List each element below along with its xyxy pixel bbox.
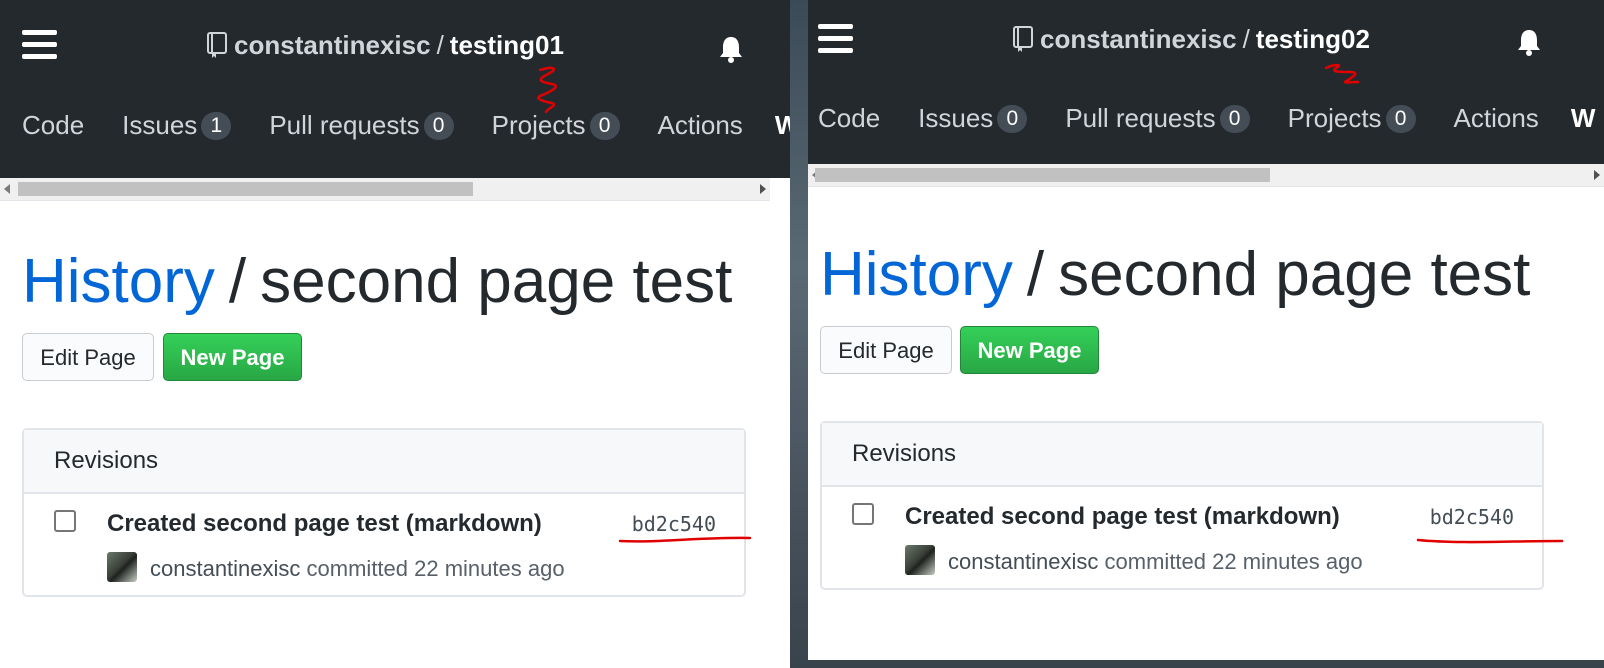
bell-icon[interactable] xyxy=(1514,27,1544,57)
tab-actions[interactable]: Actions xyxy=(658,110,743,141)
tab-label: Code xyxy=(22,110,85,140)
revision-sha-link[interactable]: bd2c540 xyxy=(632,512,716,536)
new-page-button[interactable]: New Page xyxy=(163,333,302,381)
arrow-right-icon[interactable] xyxy=(760,184,766,194)
tab-label: Actions xyxy=(1453,103,1539,133)
title-separator: / xyxy=(228,247,247,316)
new-page-button[interactable]: New Page xyxy=(960,326,1099,374)
tab-wiki-truncated[interactable]: W xyxy=(775,110,790,141)
revisions-heading: Revisions xyxy=(24,430,744,494)
tab-actions[interactable]: Actions xyxy=(1454,103,1539,134)
bell-icon[interactable] xyxy=(716,34,746,64)
scrollbar-thumb[interactable] xyxy=(18,182,473,196)
page-title: History / second page test xyxy=(820,239,1530,310)
revision-sha-link[interactable]: bd2c540 xyxy=(1430,505,1514,529)
history-link[interactable]: History xyxy=(22,247,215,316)
revisions-box: Revisions Created second page test (mark… xyxy=(820,421,1544,590)
tab-label: Issues xyxy=(122,110,198,140)
projects-count-badge: 0 xyxy=(589,112,620,140)
revision-message[interactable]: Created second page test (markdown) xyxy=(107,510,542,538)
repo-book-icon xyxy=(1013,26,1034,52)
arrow-left-icon[interactable] xyxy=(4,184,10,194)
scrollbar-thumb[interactable] xyxy=(815,168,1270,182)
tab-label: Projects xyxy=(1287,103,1382,133)
tab-projects[interactable]: Projects 0 xyxy=(1288,103,1416,134)
wiki-page-name: second page test xyxy=(260,247,733,316)
pull-requests-count-badge: 0 xyxy=(423,112,454,140)
revision-author-link[interactable]: constantinexisc xyxy=(150,556,300,581)
avatar[interactable] xyxy=(905,545,935,575)
page-title: History / second page test xyxy=(22,246,732,317)
repo-owner-link[interactable]: constantinexisc xyxy=(234,30,431,60)
repo-name-link[interactable]: testing02 xyxy=(1256,24,1370,54)
repo-title: constantinexisc / testing02 xyxy=(808,24,1574,55)
browser-pane-right: constantinexisc / testing02 Code Issues 0 Pul… xyxy=(808,0,1604,660)
issues-count-badge: 0 xyxy=(997,105,1028,133)
repo-book-icon xyxy=(207,32,228,58)
repo-nav-tabs: Code Issues 0 Pull requests 0 Projects 0 Action… xyxy=(808,103,1595,134)
revision-meta: constantinexisc committed 22 minutes ago xyxy=(150,556,565,582)
tab-pull-requests[interactable]: Pull requests 0 xyxy=(269,110,454,141)
horizontal-scrollbar[interactable] xyxy=(808,164,1604,187)
avatar[interactable] xyxy=(107,552,137,582)
tab-projects[interactable]: Projects 0 xyxy=(492,110,620,141)
repo-separator: / xyxy=(1242,24,1250,54)
title-separator: / xyxy=(1026,240,1045,309)
tab-code[interactable]: Code xyxy=(818,103,880,134)
tab-label: Code xyxy=(818,103,881,133)
repo-nav-tabs: Code Issues 1 Pull requests 0 Projects 0 Action… xyxy=(0,110,790,141)
tab-label: Issues xyxy=(918,103,994,133)
edit-page-button[interactable]: Edit Page xyxy=(22,333,154,381)
revision-message[interactable]: Created second page test (markdown) xyxy=(905,503,1340,531)
tab-wiki-truncated[interactable]: W xyxy=(1571,103,1596,134)
projects-count-badge: 0 xyxy=(1385,105,1416,133)
revision-checkbox[interactable] xyxy=(852,503,874,525)
revisions-box: Revisions Created second page test (mark… xyxy=(22,428,746,597)
tab-label: Actions xyxy=(657,110,743,140)
repo-title: constantinexisc / testing01 xyxy=(0,30,770,61)
browser-pane-left: constantinexisc / testing01 Code Issues 1 Pul… xyxy=(0,0,790,668)
repo-header: constantinexisc / testing01 Code Issues 1 Pul… xyxy=(0,0,790,178)
revision-meta: constantinexisc committed 22 minutes ago xyxy=(948,549,1363,575)
revision-checkbox[interactable] xyxy=(54,510,76,532)
tab-label: Pull requests xyxy=(269,110,420,140)
revisions-heading: Revisions xyxy=(822,423,1542,487)
repo-header: constantinexisc / testing02 Code Issues 0 Pul… xyxy=(808,0,1604,164)
horizontal-scrollbar[interactable] xyxy=(0,178,770,201)
history-link[interactable]: History xyxy=(820,240,1013,309)
issues-count-badge: 1 xyxy=(201,112,232,140)
wiki-page-name: second page test xyxy=(1058,240,1531,309)
edit-page-button[interactable]: Edit Page xyxy=(820,326,952,374)
tab-issues[interactable]: Issues 1 xyxy=(122,110,232,141)
tab-label: Projects xyxy=(491,110,586,140)
revision-time: committed 22 minutes ago xyxy=(1104,549,1363,574)
tab-code[interactable]: Code xyxy=(22,110,84,141)
revision-time: committed 22 minutes ago xyxy=(306,556,565,581)
repo-name-link[interactable]: testing01 xyxy=(450,30,564,60)
pull-requests-count-badge: 0 xyxy=(1219,105,1250,133)
repo-owner-link[interactable]: constantinexisc xyxy=(1040,24,1237,54)
tab-label: Pull requests xyxy=(1065,103,1216,133)
tab-pull-requests[interactable]: Pull requests 0 xyxy=(1065,103,1250,134)
repo-separator: / xyxy=(436,30,444,60)
arrow-right-icon[interactable] xyxy=(1594,170,1600,180)
tab-issues[interactable]: Issues 0 xyxy=(918,103,1028,134)
revision-author-link[interactable]: constantinexisc xyxy=(948,549,1098,574)
